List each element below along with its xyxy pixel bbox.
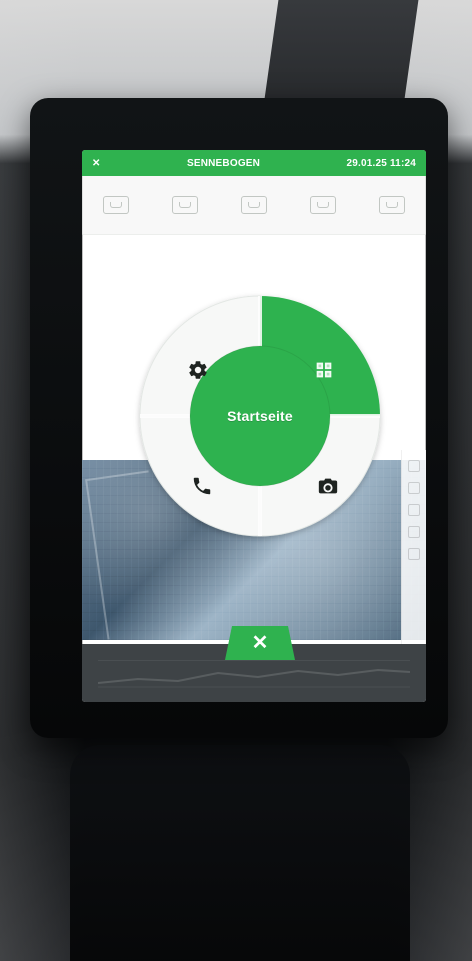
close-menu-button[interactable]: ✕ [225,626,295,660]
bottom-bar: ✕ [82,626,426,702]
tile-icon [240,196,267,214]
tile-icon [103,196,130,214]
top-tile [226,182,282,228]
gear-icon[interactable] [186,358,210,382]
top-tile [295,182,351,228]
startseite-button[interactable] [190,346,330,486]
brand-text: SENNEBOGEN [186,157,261,169]
status-bar: ✕ SENNEBOGEN 29.01.25 11:24 [82,150,426,176]
camera-icon[interactable] [316,474,340,498]
status-left: ✕ [92,158,101,169]
top-tile [88,182,144,228]
radial-menu: Startseite [110,266,410,566]
tile-icon [172,196,199,214]
close-icon: ✕ [251,632,269,654]
top-tile [157,182,213,228]
mount-arm [70,745,410,961]
top-tiles [82,176,426,235]
radial-menu-graphic [139,295,381,537]
grid-icon[interactable] [312,358,336,382]
bottom-meter [98,660,410,688]
display-screen: ✕ SENNEBOGEN 29.01.25 11:24 Startseite ✕ [82,150,426,702]
brand-label: SENNEBOGEN [187,158,260,169]
top-tile [364,182,420,228]
datetime-text: 29.01.25 11:24 [346,157,416,169]
phone-icon[interactable] [190,474,214,498]
tile-icon [378,196,405,214]
tile-icon [309,196,336,214]
datetime: 29.01.25 11:24 [346,158,416,169]
status-symbol[interactable]: ✕ [92,158,101,169]
